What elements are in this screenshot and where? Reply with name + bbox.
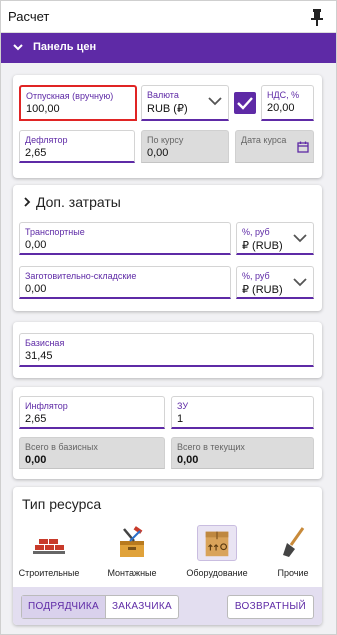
contractor-button[interactable]: ПОДРЯДЧИКА [22, 596, 106, 618]
chevron-right-icon[interactable] [23, 197, 31, 207]
rate-date-field[interactable]: Дата курса [235, 130, 314, 163]
deflator-label: Дефлятор [25, 135, 68, 145]
chevron-down-icon [13, 44, 23, 51]
resource-construction[interactable]: Строительные [14, 523, 84, 583]
checkmark-icon [237, 97, 253, 110]
resource-label: Прочие [277, 568, 309, 578]
calendar-icon[interactable] [297, 141, 309, 153]
transport-label: Транспортные [25, 227, 85, 237]
party-toggle: ПОДРЯДЧИКА ЗАКАЗЧИКА [21, 595, 179, 619]
inflator-value: 2,65 [25, 413, 47, 425]
transport-unit-select[interactable]: %, руб ₽ (RUB) [236, 222, 314, 255]
transport-value: 0,00 [25, 239, 47, 251]
box-icon [197, 525, 237, 561]
rate-date-label: Дата курса [241, 135, 287, 145]
total-base-field: Всего в базисных 0,00 [19, 437, 165, 469]
calculation-window: Расчет Панель цен Отпускная (вручную) 10… [0, 0, 337, 635]
pin-icon[interactable] [310, 8, 324, 26]
zu-value: 1 [177, 413, 184, 425]
chevron-down-icon [293, 234, 307, 243]
storage-label: Заготовительно-складские [25, 271, 137, 281]
by-rate-label: По курсу [147, 135, 184, 145]
base-price-label: Базисная [25, 338, 65, 348]
base-card: Базисная 31,45 [13, 322, 322, 378]
returnable-button[interactable]: ВОЗВРАТНЫЙ [226, 595, 314, 619]
bricks-icon [33, 539, 65, 554]
chevron-down-icon [293, 278, 307, 287]
storage-unit-label: %, руб [242, 271, 270, 281]
release-price-field[interactable]: Отпускная (вручную) 100,00 [19, 85, 137, 121]
release-price-value: 100,00 [26, 103, 60, 115]
total-current-value: 0,00 [177, 454, 199, 466]
resource-equipment[interactable]: Оборудование [182, 523, 252, 583]
base-price-value: 31,45 [25, 350, 53, 362]
title-bar: Расчет [1, 1, 336, 33]
total-current-field: Всего в текущих 0,00 [171, 437, 314, 469]
extra-costs-title[interactable]: Доп. затраты [36, 194, 121, 210]
resource-label: Монтажные [107, 568, 157, 578]
total-base-value: 0,00 [25, 454, 47, 466]
storage-value: 0,00 [25, 283, 47, 295]
base-price-field[interactable]: Базисная 31,45 [19, 333, 314, 367]
price-panel-title: Панель цен [33, 41, 97, 53]
vat-field[interactable]: НДС, % 20,00 [261, 85, 314, 121]
price-panel-header[interactable]: Панель цен [1, 33, 336, 63]
transport-unit-label: %, руб [242, 227, 270, 237]
total-base-label: Всего в базисных [25, 442, 98, 452]
prices-card: Отпускная (вручную) 100,00 Валюта RUB (₽… [13, 75, 322, 178]
release-price-label: Отпускная (вручную) [26, 91, 114, 101]
chevron-down-icon [208, 97, 222, 106]
storage-unit-value: ₽ (RUB) [242, 284, 283, 296]
deflator-value: 2,65 [25, 147, 47, 159]
currency-select[interactable]: Валюта RUB (₽) [141, 85, 229, 121]
vat-value: 20,00 [267, 102, 295, 114]
by-rate-value: 0,00 [147, 147, 169, 159]
vat-checkbox[interactable] [234, 92, 256, 114]
resource-type-title: Тип ресурса [22, 496, 102, 512]
resource-type-card: Тип ресурса Строительные Монтажные Обору… [13, 487, 322, 625]
storage-unit-select[interactable]: %, руб ₽ (RUB) [236, 266, 314, 299]
currency-value: RUB (₽) [147, 103, 188, 115]
deflator-field[interactable]: Дефлятор 2,65 [19, 130, 135, 163]
zu-label: ЗУ [177, 401, 189, 411]
bottom-toolbar: ПОДРЯДЧИКА ЗАКАЗЧИКА ВОЗВРАТНЫЙ [13, 587, 322, 625]
resource-installation[interactable]: Монтажные [97, 523, 167, 583]
extra-costs-card: Доп. затраты Транспортные 0,00 %, руб ₽ … [13, 185, 322, 311]
transport-field[interactable]: Транспортные 0,00 [19, 222, 231, 255]
totals-card: Инфлятор 2,65 ЗУ 1 Всего в базисных 0,00… [13, 387, 322, 479]
inflator-label: Инфлятор [25, 401, 68, 411]
by-rate-field: По курсу 0,00 [141, 130, 229, 163]
customer-button[interactable]: ЗАКАЗЧИКА [106, 596, 178, 618]
window-title: Расчет [8, 9, 50, 24]
storage-field[interactable]: Заготовительно-складские 0,00 [19, 266, 231, 299]
vat-label: НДС, % [267, 90, 300, 100]
toolbox-icon [120, 526, 144, 557]
shovel-icon [283, 527, 305, 557]
total-current-label: Всего в текущих [177, 442, 245, 452]
transport-unit-value: ₽ (RUB) [242, 240, 283, 252]
currency-label: Валюта [147, 90, 179, 100]
resource-label: Оборудование [186, 568, 248, 578]
resource-other[interactable]: Прочие [258, 523, 328, 583]
inflator-field[interactable]: Инфлятор 2,65 [19, 396, 165, 429]
zu-field[interactable]: ЗУ 1 [171, 396, 314, 429]
resource-label: Строительные [18, 568, 80, 578]
